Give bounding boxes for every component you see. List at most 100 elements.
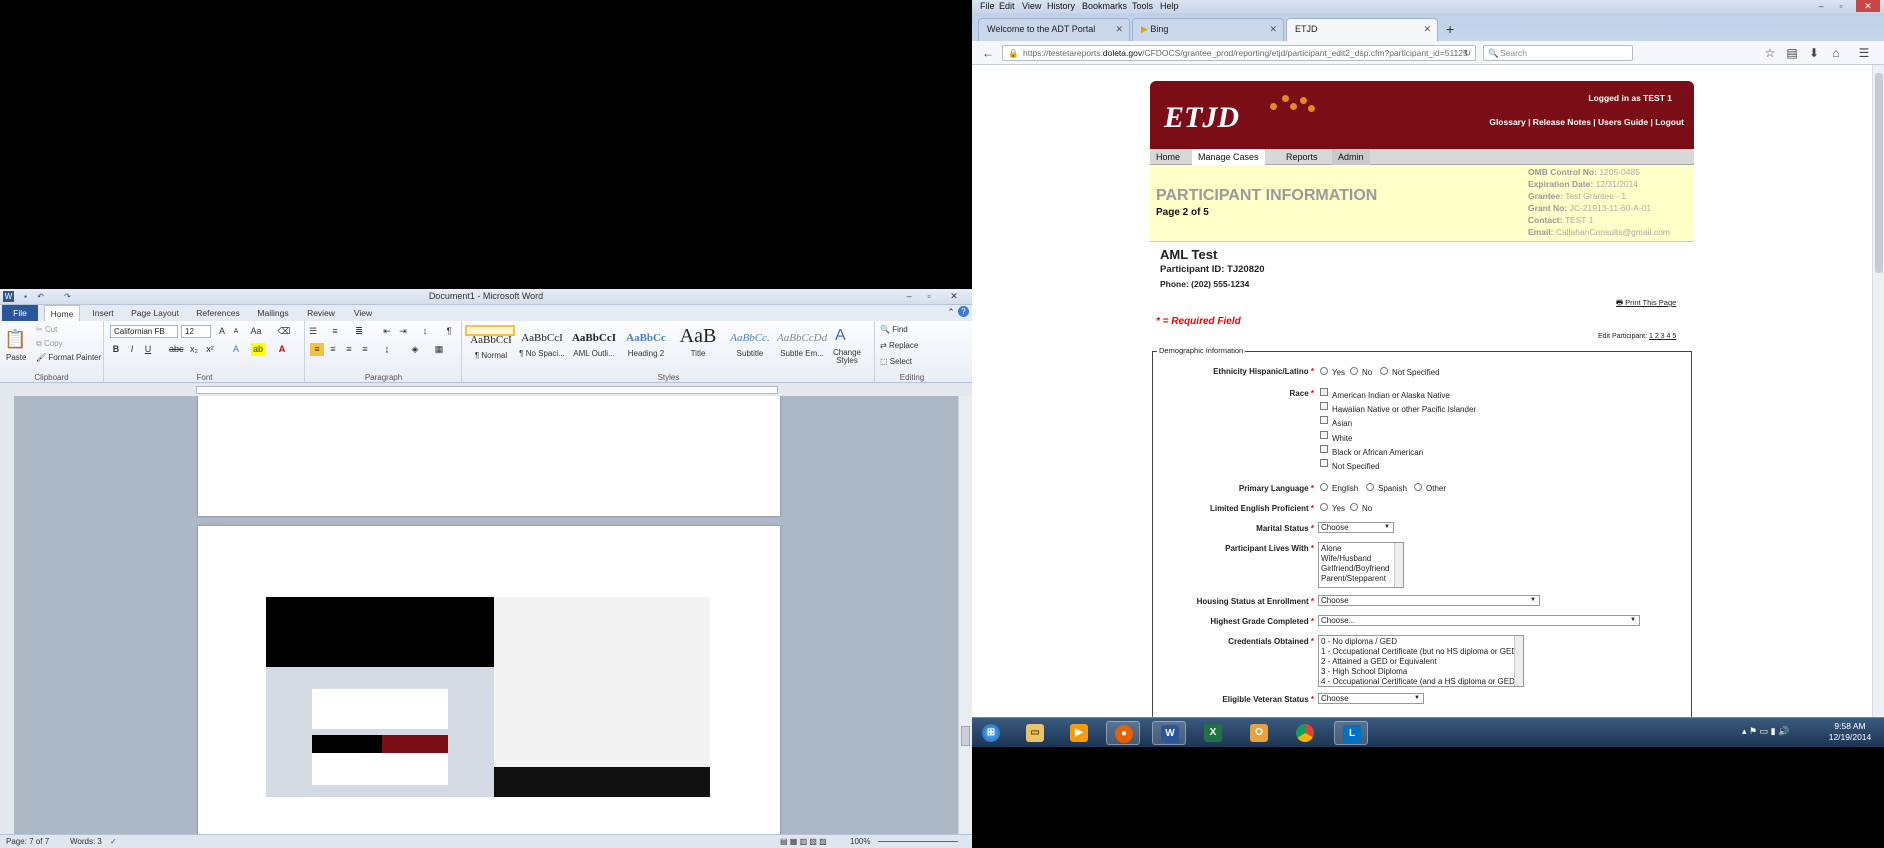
numbering-icon[interactable]: ≡ bbox=[328, 325, 342, 338]
close-icon[interactable]: ✕ bbox=[1856, 0, 1880, 12]
font-size-select[interactable]: 12 bbox=[181, 325, 211, 338]
start-button[interactable]: ⊞ bbox=[974, 721, 1008, 745]
tab-etjd[interactable]: ETJD ✕ bbox=[1286, 18, 1438, 41]
tab-adt-portal[interactable]: Welcome to the ADT Portal ✕ bbox=[978, 18, 1130, 41]
taskbar-explorer[interactable]: ▭ bbox=[1018, 721, 1052, 745]
menu-tools[interactable]: Tools bbox=[1132, 0, 1153, 13]
sort-icon[interactable]: ↕ bbox=[418, 325, 432, 338]
zoom-slider[interactable] bbox=[878, 841, 958, 842]
taskbar-media-player[interactable]: ▶ bbox=[1062, 721, 1096, 745]
menu-help[interactable]: Help bbox=[1160, 0, 1179, 13]
tab-file[interactable]: File bbox=[2, 305, 38, 321]
italic-icon[interactable]: I bbox=[125, 343, 139, 356]
minimize-icon[interactable]: – bbox=[1812, 0, 1830, 12]
etjd-logo[interactable]: ETJD bbox=[1164, 101, 1239, 135]
strikethrough-icon[interactable]: abc bbox=[169, 343, 184, 356]
text-effects-icon[interactable]: A bbox=[229, 343, 243, 356]
scroll-thumb[interactable] bbox=[1875, 73, 1883, 273]
tray-icons[interactable]: ▴ ⚑ ▭ ▮ 🔊 bbox=[1742, 726, 1789, 737]
language-english-radio[interactable] bbox=[1320, 483, 1328, 491]
listbox-scrollbar[interactable] bbox=[1514, 636, 1523, 686]
list-option[interactable]: 3 - High School Diploma bbox=[1321, 667, 1521, 677]
race-checkbox[interactable] bbox=[1320, 416, 1328, 424]
help-icon[interactable]: ? bbox=[958, 306, 969, 317]
race-checkbox[interactable] bbox=[1320, 459, 1328, 467]
tab-references[interactable]: References bbox=[192, 305, 244, 321]
taskbar-word[interactable]: W bbox=[1152, 721, 1186, 745]
nav-admin[interactable]: Admin bbox=[1332, 149, 1370, 165]
proofing-icon[interactable]: ✓ bbox=[110, 835, 117, 848]
new-tab-icon[interactable]: + bbox=[1446, 21, 1454, 37]
menu-history[interactable]: History bbox=[1047, 0, 1075, 13]
menu-file[interactable]: File bbox=[980, 0, 995, 13]
style-title[interactable]: AaB Title bbox=[673, 325, 723, 367]
tab-insert[interactable]: Insert bbox=[86, 305, 120, 321]
nav-home[interactable]: Home bbox=[1150, 149, 1186, 165]
back-icon[interactable]: ← bbox=[980, 45, 996, 61]
lep-no-radio[interactable] bbox=[1350, 503, 1358, 511]
taskbar-outlook[interactable]: O bbox=[1242, 721, 1276, 745]
menu-edit[interactable]: Edit bbox=[999, 0, 1015, 13]
taskbar-excel[interactable]: X bbox=[1196, 721, 1230, 745]
vertical-scrollbar[interactable] bbox=[958, 396, 972, 834]
style-heading-2[interactable]: AaBbCc Heading 2 bbox=[621, 325, 671, 367]
change-styles-button[interactable]: Change Styles bbox=[827, 349, 867, 365]
multilevel-list-icon[interactable]: ≣ bbox=[352, 325, 366, 338]
tab-close-icon[interactable]: ✕ bbox=[1115, 19, 1123, 40]
close-icon[interactable]: ✕ bbox=[945, 290, 963, 302]
align-center-icon[interactable]: ≡ bbox=[326, 343, 340, 356]
taskbar-lync[interactable]: L bbox=[1334, 721, 1368, 745]
horizontal-ruler[interactable] bbox=[0, 384, 972, 396]
font-color-icon[interactable]: A bbox=[275, 343, 289, 356]
menu-icon[interactable]: ☰ bbox=[1856, 45, 1872, 61]
select-button[interactable]: ⬚ Select bbox=[880, 357, 912, 366]
search-input[interactable]: 🔍 Search bbox=[1483, 45, 1633, 61]
shrink-font-icon[interactable]: A bbox=[229, 325, 243, 338]
show-formatting-icon[interactable]: ¶ bbox=[442, 325, 456, 338]
list-option[interactable]: Alone bbox=[1321, 544, 1401, 554]
clear-formatting-icon[interactable]: ⌫ bbox=[277, 325, 291, 338]
subscript-icon[interactable]: x₂ bbox=[187, 343, 201, 356]
change-styles-icon[interactable]: A bbox=[835, 327, 846, 345]
ethnicity-no-radio[interactable] bbox=[1350, 367, 1358, 375]
align-left-icon[interactable]: ≡ bbox=[310, 343, 324, 356]
menu-bookmarks[interactable]: Bookmarks bbox=[1082, 0, 1127, 13]
paste-icon[interactable]: 📋 bbox=[4, 329, 26, 350]
document-area[interactable] bbox=[14, 396, 958, 834]
align-right-icon[interactable]: ≡ bbox=[342, 343, 356, 356]
edit-page-links[interactable]: 1 2 3 4 5 bbox=[1649, 333, 1676, 340]
underline-icon[interactable]: U bbox=[141, 343, 155, 356]
bullets-icon[interactable]: ☰ bbox=[306, 325, 320, 338]
language-other-radio[interactable] bbox=[1414, 483, 1422, 491]
reload-icon[interactable]: ↻ bbox=[1464, 46, 1471, 60]
list-option[interactable]: 2 - Attained a GED or Equivalent bbox=[1321, 657, 1521, 667]
tab-close-icon[interactable]: ✕ bbox=[1423, 19, 1431, 40]
highlight-icon[interactable]: ab bbox=[251, 343, 265, 356]
home-icon[interactable]: ⌂ bbox=[1828, 45, 1844, 61]
copy-button[interactable]: ⧉ Copy bbox=[36, 339, 63, 349]
page-count[interactable]: Page: 7 of 7 bbox=[6, 835, 49, 848]
style-normal[interactable]: AaBbCcI ¶ Normal bbox=[465, 325, 515, 360]
superscript-icon[interactable]: x² bbox=[203, 343, 217, 356]
bookmark-star-icon[interactable]: ☆ bbox=[1762, 45, 1778, 61]
shading-icon[interactable]: ◈ bbox=[408, 343, 422, 356]
word-count[interactable]: Words: 3 bbox=[70, 835, 102, 848]
lep-yes-radio[interactable] bbox=[1320, 503, 1328, 511]
menu-view[interactable]: View bbox=[1022, 0, 1041, 13]
race-checkbox[interactable] bbox=[1320, 431, 1328, 439]
tab-page-layout[interactable]: Page Layout bbox=[128, 305, 182, 321]
document-page[interactable] bbox=[198, 526, 780, 834]
print-page-link[interactable]: 🖶 Print This Page bbox=[1616, 297, 1676, 310]
borders-icon[interactable]: ▦ bbox=[432, 343, 446, 356]
grow-font-icon[interactable]: A bbox=[215, 325, 229, 338]
nav-reports[interactable]: Reports bbox=[1280, 149, 1324, 165]
marital-status-select[interactable]: Choose ▼ bbox=[1318, 522, 1394, 533]
ethnicity-yes-radio[interactable] bbox=[1320, 367, 1328, 375]
vertical-ruler[interactable] bbox=[0, 396, 14, 834]
line-spacing-icon[interactable]: ↨ bbox=[380, 343, 394, 356]
document-page[interactable] bbox=[198, 396, 780, 516]
justify-icon[interactable]: ≡ bbox=[358, 343, 372, 356]
font-name-select[interactable]: Californian FB bbox=[110, 325, 178, 338]
tab-review[interactable]: Review bbox=[302, 305, 340, 321]
restore-icon[interactable]: ▫ bbox=[1832, 0, 1850, 12]
